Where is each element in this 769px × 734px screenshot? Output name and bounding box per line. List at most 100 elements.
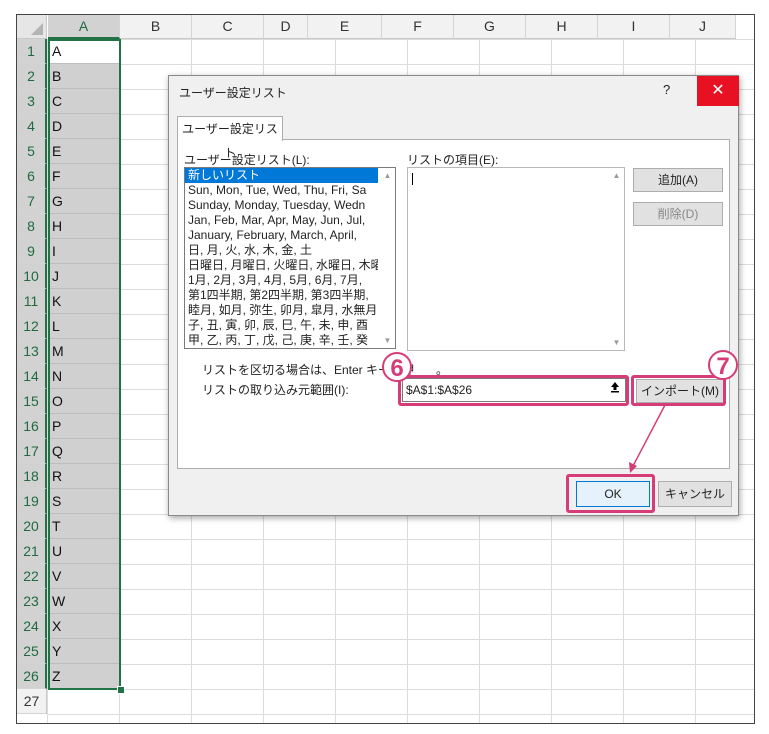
- cell-a[interactable]: V: [48, 564, 120, 589]
- row-header[interactable]: 5: [17, 139, 47, 164]
- custom-list-item[interactable]: Sun, Mon, Tue, Wed, Thu, Fri, Sa: [185, 183, 378, 198]
- custom-list-item[interactable]: 甲, 乙, 丙, 丁, 戊, 己, 庚, 辛, 壬, 癸: [185, 333, 378, 348]
- column-header-h[interactable]: H: [526, 15, 598, 39]
- column-header-b[interactable]: B: [120, 15, 192, 39]
- row-header[interactable]: 6: [17, 164, 47, 189]
- lists-label: ユーザー設定リスト(L):: [184, 153, 310, 167]
- cancel-button[interactable]: キャンセル: [658, 481, 732, 507]
- row-header[interactable]: 8: [17, 214, 47, 239]
- step-6-badge: 6: [382, 352, 412, 382]
- cell-a[interactable]: Y: [48, 639, 120, 664]
- column-header-i[interactable]: I: [598, 15, 670, 39]
- cell-a[interactable]: H: [48, 214, 120, 239]
- cell-a[interactable]: T: [48, 514, 120, 539]
- column-header-a[interactable]: A: [48, 15, 120, 39]
- entries-scrollbar[interactable]: ▲ ▼: [609, 168, 624, 350]
- row-header[interactable]: 2: [17, 64, 47, 89]
- entries-label: リストの項目(E):: [407, 153, 499, 167]
- cell-a[interactable]: B: [48, 64, 120, 89]
- row-header[interactable]: 7: [17, 189, 47, 214]
- cell-a[interactable]: U: [48, 539, 120, 564]
- scroll-up-icon[interactable]: ▲: [609, 168, 624, 183]
- cell-a[interactable]: W: [48, 589, 120, 614]
- highlight-ok-button: [566, 474, 655, 513]
- cell-a[interactable]: P: [48, 414, 120, 439]
- row-header[interactable]: 12: [17, 314, 47, 339]
- custom-list-item[interactable]: Jan, Feb, Mar, Apr, May, Jun, Jul,: [185, 213, 378, 228]
- cell-a[interactable]: N: [48, 364, 120, 389]
- cell-a[interactable]: O: [48, 389, 120, 414]
- custom-list-item[interactable]: 新しいリスト: [185, 168, 378, 183]
- cell-a[interactable]: Z: [48, 664, 120, 689]
- column-header-f[interactable]: F: [382, 15, 454, 39]
- cell-a[interactable]: S: [48, 489, 120, 514]
- row-header[interactable]: 22: [17, 564, 47, 589]
- custom-list-item[interactable]: 1月, 2月, 3月, 4月, 5月, 6月, 7月,: [185, 273, 378, 288]
- cell-a[interactable]: K: [48, 289, 120, 314]
- cell-a[interactable]: G: [48, 189, 120, 214]
- column-header-g[interactable]: G: [454, 15, 526, 39]
- custom-list-item[interactable]: 日, 月, 火, 水, 木, 金, 土: [185, 243, 378, 258]
- row-header[interactable]: 1: [17, 39, 47, 64]
- column-header-d[interactable]: D: [264, 15, 308, 39]
- custom-list-item[interactable]: 子, 丑, 寅, 卯, 辰, 巳, 午, 未, 申, 酉: [185, 318, 378, 333]
- row-header[interactable]: 16: [17, 414, 47, 439]
- delete-button[interactable]: 削除(D): [633, 202, 723, 226]
- fill-handle[interactable]: [117, 686, 125, 694]
- help-button[interactable]: ?: [663, 82, 670, 97]
- row-header[interactable]: 19: [17, 489, 47, 514]
- row-header[interactable]: 17: [17, 439, 47, 464]
- close-button[interactable]: ✕: [697, 76, 739, 106]
- row-header[interactable]: 25: [17, 639, 47, 664]
- custom-list-item[interactable]: Sunday, Monday, Tuesday, Wedn: [185, 198, 378, 213]
- select-all-corner[interactable]: [17, 15, 47, 39]
- row-header[interactable]: 3: [17, 89, 47, 114]
- column-header-c[interactable]: C: [192, 15, 264, 39]
- row-header[interactable]: 24: [17, 614, 47, 639]
- scroll-down-icon[interactable]: ▼: [609, 335, 624, 350]
- custom-list-item[interactable]: 日曜日, 月曜日, 火曜日, 水曜日, 木曜: [185, 258, 378, 273]
- row-header[interactable]: 18: [17, 464, 47, 489]
- cell-a[interactable]: M: [48, 339, 120, 364]
- cell-a[interactable]: E: [48, 139, 120, 164]
- tab-custom-lists[interactable]: ユーザー設定リスト: [177, 116, 283, 160]
- row-header[interactable]: 20: [17, 514, 47, 539]
- dialog-title: ユーザー設定リスト: [179, 86, 287, 100]
- column-header-e[interactable]: E: [308, 15, 382, 39]
- row-header[interactable]: 14: [17, 364, 47, 389]
- highlight-range-input: [398, 375, 629, 406]
- add-button[interactable]: 追加(A): [633, 168, 723, 192]
- row-header[interactable]: 21: [17, 539, 47, 564]
- cell-a[interactable]: I: [48, 239, 120, 264]
- cell-a[interactable]: L: [48, 314, 120, 339]
- row-header[interactable]: 15: [17, 389, 47, 414]
- column-header-j[interactable]: J: [670, 15, 736, 39]
- cell-a[interactable]: R: [48, 464, 120, 489]
- row-header[interactable]: 13: [17, 339, 47, 364]
- row-header[interactable]: 10: [17, 264, 47, 289]
- custom-list-item[interactable]: 第1四半期, 第2四半期, 第3四半期,: [185, 288, 378, 303]
- row-header[interactable]: 11: [17, 289, 47, 314]
- cell-a[interactable]: A: [48, 39, 120, 64]
- cell-a[interactable]: D: [48, 114, 120, 139]
- scroll-up-icon[interactable]: ▲: [380, 168, 395, 183]
- cell-a[interactable]: Q: [48, 439, 120, 464]
- lists-scrollbar[interactable]: ▲ ▼: [380, 168, 395, 348]
- list-entries-textarea[interactable]: ▲ ▼: [407, 167, 625, 351]
- cell-a[interactable]: C: [48, 89, 120, 114]
- row-header[interactable]: 4: [17, 114, 47, 139]
- cell-a[interactable]: X: [48, 614, 120, 639]
- row-header[interactable]: 9: [17, 239, 47, 264]
- text-caret: [412, 173, 413, 185]
- row-header[interactable]: 26: [17, 664, 47, 689]
- scroll-down-icon[interactable]: ▼: [380, 333, 395, 348]
- highlight-import-button: [631, 375, 726, 406]
- custom-list-item[interactable]: January, February, March, April,: [185, 228, 378, 243]
- close-icon: ✕: [711, 82, 725, 99]
- cell-a[interactable]: F: [48, 164, 120, 189]
- row-header[interactable]: 27: [17, 689, 47, 714]
- custom-lists-listbox[interactable]: 新しいリスト Sun, Mon, Tue, Wed, Thu, Fri, Sa Su…: [184, 167, 396, 349]
- custom-list-item[interactable]: 睦月, 如月, 弥生, 卯月, 皐月, 水無月: [185, 303, 378, 318]
- cell-a[interactable]: J: [48, 264, 120, 289]
- row-header[interactable]: 23: [17, 589, 47, 614]
